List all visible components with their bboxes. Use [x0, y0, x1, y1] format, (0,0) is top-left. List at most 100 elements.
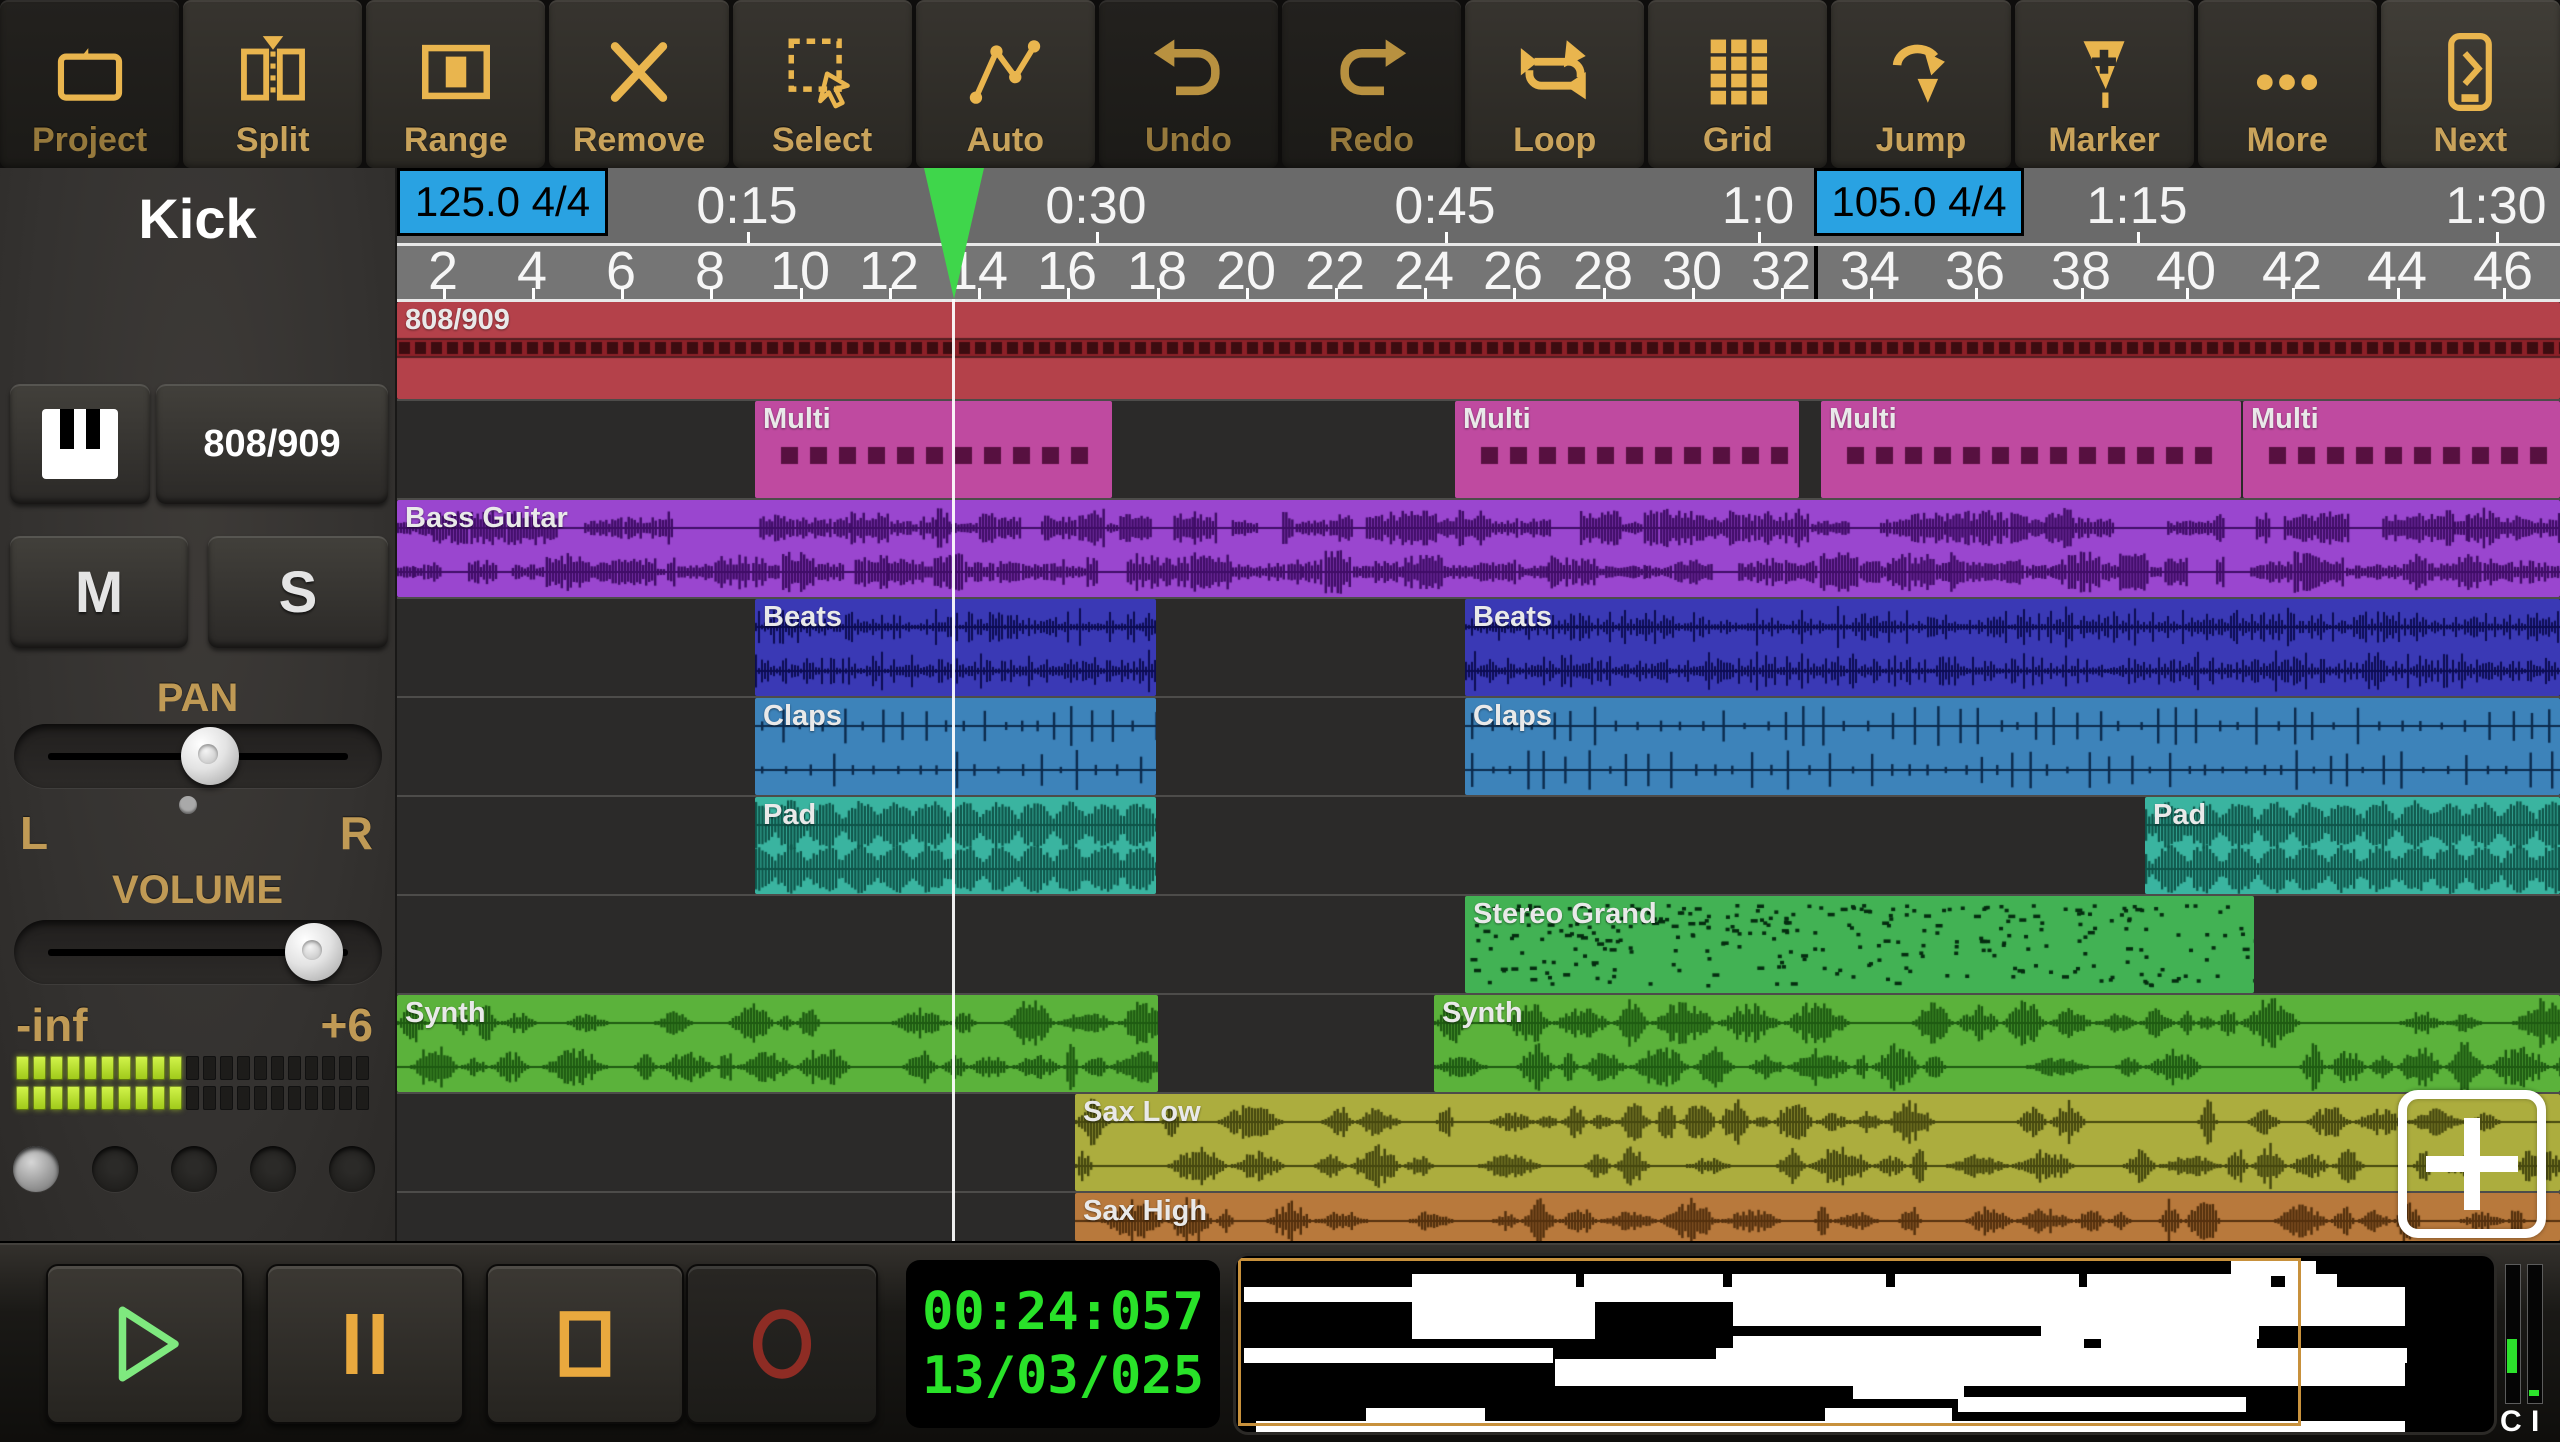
clip-synth[interactable]: Synth [397, 995, 1158, 1092]
pause-button[interactable] [266, 1264, 464, 1424]
meter-segment [288, 1056, 301, 1080]
toolbar-label-range: Range [403, 121, 508, 159]
clip-waveform [755, 599, 1156, 696]
meter-segment [16, 1086, 29, 1110]
clip-bass-guitar[interactable]: Bass Guitar [397, 500, 2560, 597]
toolbar-button-jump[interactable]: Jump [1831, 0, 2011, 168]
pan-knob[interactable] [181, 727, 239, 785]
mute-button[interactable]: M [10, 536, 188, 648]
toolbar-button-select[interactable]: Select [732, 0, 912, 168]
toolbar-label-loop: Loop [1513, 121, 1597, 159]
minimap-viewport[interactable] [1238, 1258, 2301, 1426]
volume-slider[interactable] [14, 920, 382, 984]
clip-synth[interactable]: Synth [1434, 995, 2560, 1092]
toolbar-button-remove[interactable]: Remove [549, 0, 729, 168]
clip-beats[interactable]: Beats [1465, 599, 2560, 696]
marker-icon [2063, 24, 2145, 120]
meter-segment [84, 1086, 97, 1110]
record-button[interactable] [686, 1264, 878, 1424]
mute-label: M [74, 559, 124, 625]
toolbar-button-split[interactable]: Split [183, 0, 363, 168]
preset-button[interactable]: 808/909 [156, 384, 388, 504]
playhead-handle[interactable] [924, 168, 984, 299]
toolbar-button-grid[interactable]: Grid [1648, 0, 1828, 168]
pan-slider[interactable] [14, 724, 382, 788]
clip-multi[interactable]: Multi [1455, 401, 1799, 498]
clip-claps[interactable]: Claps [1465, 698, 2560, 795]
toolbar-label-auto: Auto [966, 121, 1044, 159]
track-name: Kick [138, 187, 257, 250]
toolbar-button-loop[interactable]: Loop [1465, 0, 1645, 168]
tempo-marker-1[interactable]: 125.0 4/4 [397, 168, 608, 236]
meter-segment [305, 1056, 318, 1080]
meter-segment [152, 1056, 165, 1080]
bar-tick [2186, 288, 2189, 299]
play-button[interactable] [46, 1264, 244, 1424]
clip-beats[interactable]: Beats [755, 599, 1156, 696]
meter-segment [67, 1056, 80, 1080]
time-ruler[interactable]: 0:15 0:30 0:45 1:0 1:15 1:30 125.0 4/4 105.0 4/… [397, 168, 2560, 246]
project-overview-minimap[interactable] [1236, 1256, 2494, 1432]
time-label-1:0: 1:0 [1721, 177, 1795, 235]
clip-waveform [1075, 1094, 2560, 1191]
toolbar-button-project[interactable]: Project [0, 0, 180, 168]
toolbar-button-range[interactable]: Range [366, 0, 546, 168]
bar-tick [443, 288, 446, 299]
clip-pad[interactable]: Pad [755, 797, 1156, 894]
clip-multi[interactable]: Multi [1821, 401, 2241, 498]
clip-pad[interactable]: Pad [2145, 797, 2560, 894]
toolbar-button-marker[interactable]: Marker [2014, 0, 2194, 168]
bar-tick [1603, 288, 1606, 299]
stop-icon [559, 1311, 611, 1377]
master-meter-right [2527, 1264, 2543, 1404]
stop-button[interactable] [486, 1264, 684, 1424]
volume-max-label: +6 [320, 999, 373, 1051]
clip-multi[interactable]: Multi [2243, 401, 2560, 498]
bar-tick [889, 288, 892, 299]
tempo-marker-2[interactable]: 105.0 4/4 [1814, 168, 2024, 236]
meter-segment [135, 1086, 148, 1110]
clip-claps[interactable]: Claps [755, 698, 1156, 795]
arranger-area[interactable]: 0:15 0:30 0:45 1:0 1:15 1:30 125.0 4/4 105.0 4/… [397, 168, 2560, 1241]
meter-segment [220, 1056, 233, 1080]
toolbar-label-project: Project [31, 121, 148, 159]
clip-sax-low[interactable]: Sax Low [1075, 1094, 2560, 1191]
clip-waveform [397, 500, 2560, 597]
clip-stereo-grand[interactable]: Stereo Grand [1465, 896, 2254, 993]
meter-label-i: I [2531, 1405, 2540, 1438]
meter-segment [356, 1056, 369, 1080]
redo-icon [1331, 24, 1413, 120]
indicator-dot [329, 1146, 375, 1192]
clip-808-909[interactable]: 808/909 [397, 302, 2560, 399]
clip-sax-high[interactable]: Sax High [1075, 1193, 2560, 1241]
bar-tick [621, 288, 624, 299]
toolbar-label-grid: Grid [1702, 121, 1773, 159]
bar-tick [2081, 288, 2084, 299]
toolbar-button-auto[interactable]: Auto [915, 0, 1095, 168]
clip-waveform [2243, 401, 2560, 498]
toolbar-button-next[interactable]: Next [2380, 0, 2560, 168]
toolbar-label-more: More [2246, 121, 2328, 159]
volume-knob[interactable] [285, 923, 343, 981]
tempo-change-line [1814, 246, 1818, 299]
time-label-0:30: 0:30 [1045, 177, 1147, 235]
bar-tick [1870, 288, 1873, 299]
instrument-button[interactable] [10, 384, 150, 504]
meter-segment [186, 1056, 199, 1080]
grid-icon [1697, 24, 1779, 120]
meter-segment [220, 1086, 233, 1110]
time-label-0:15: 0:15 [696, 177, 798, 235]
toolbar-label-redo: Redo [1329, 121, 1415, 159]
toolbar-button-more[interactable]: More [2197, 0, 2377, 168]
toolbar-button-undo[interactable]: Undo [1098, 0, 1278, 168]
add-clip-button[interactable] [2398, 1090, 2546, 1238]
clip-multi[interactable]: Multi [755, 401, 1112, 498]
automation-icon [964, 24, 1046, 120]
bar-tick [2503, 288, 2506, 299]
solo-button[interactable]: S [208, 536, 388, 648]
meter-segment [237, 1056, 250, 1080]
bar-ruler[interactable]: 2 4 6 8 10 12 14 16 18 20 22 24 26 28 30 32 34 36 38 40 42 44… [397, 241, 2560, 302]
meter-segment [16, 1056, 29, 1080]
bar-tick [1335, 288, 1338, 299]
toolbar-button-redo[interactable]: Redo [1281, 0, 1462, 168]
